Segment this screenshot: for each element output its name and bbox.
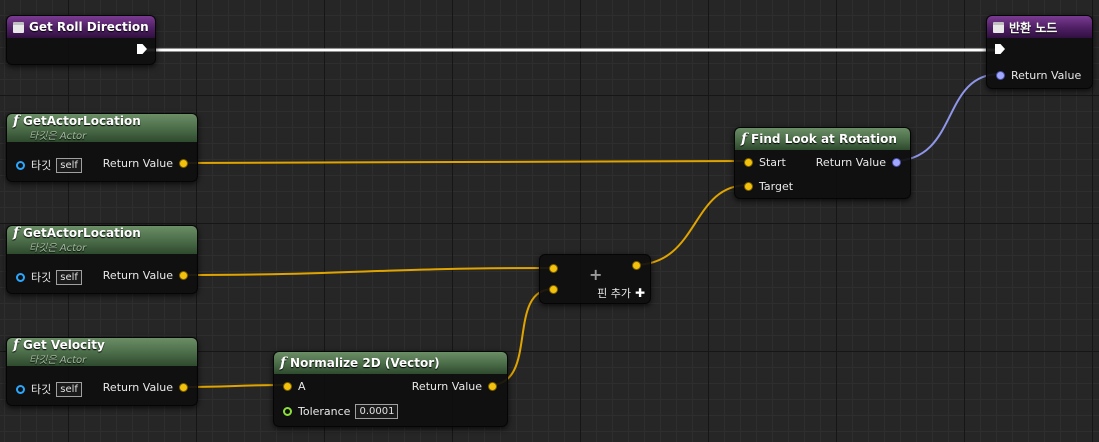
get-actor-location-2-header[interactable]: f GetActorLocation 타깃은 Actor <box>7 226 197 254</box>
target-label: 타깃 <box>31 159 52 172</box>
get-velocity-title: Get Velocity <box>23 338 105 352</box>
vector-pin-icon <box>283 382 292 391</box>
entry-node-header[interactable]: Get Roll Direction <box>7 16 155 38</box>
entry-node-title: Get Roll Direction <box>29 20 149 34</box>
return-node-title: 반환 노드 <box>1009 20 1058 35</box>
return-node-header[interactable]: 반환 노드 <box>987 16 1092 38</box>
vector-pin-icon <box>549 285 558 294</box>
vector-pin-icon <box>179 271 188 280</box>
target-self-field[interactable]: self <box>56 381 82 397</box>
get-velocity-target-pin[interactable]: 타깃 self <box>16 381 82 397</box>
get-actor-location-2-title: GetActorLocation <box>23 226 141 240</box>
add-input-a-pin[interactable] <box>549 264 558 273</box>
rotator-pin-icon <box>996 71 1005 80</box>
wire-add-to-target <box>633 184 749 266</box>
add-output-pin[interactable] <box>632 261 641 270</box>
exec-arrow-icon <box>137 44 147 54</box>
vector-pin-icon <box>179 383 188 392</box>
get-velocity-return-pin[interactable]: Return Value <box>103 381 188 394</box>
entry-exec-out-pin[interactable] <box>137 44 147 54</box>
return-value-label: Return Value <box>1011 69 1082 82</box>
vector-pin-icon <box>488 382 497 391</box>
target-label: Target <box>759 180 794 193</box>
find-look-at-rotation-header[interactable]: f Find Look at Rotation <box>735 128 910 150</box>
object-pin-icon <box>16 272 25 282</box>
tolerance-input[interactable]: 0.0001 <box>355 404 399 419</box>
function-icon: f <box>280 355 287 371</box>
get-actor-location-node-2[interactable]: f GetActorLocation 타깃은 Actor 타깃 self Ret… <box>6 225 198 294</box>
wire-location1-to-start <box>179 160 749 164</box>
exec-arrow-icon <box>995 44 1005 54</box>
function-icon: f <box>13 113 20 129</box>
find-look-at-rotation-start-pin[interactable]: Start <box>744 156 786 169</box>
return-value-label: Return Value <box>102 381 173 394</box>
get-velocity-subtitle: 타깃은 Actor <box>29 355 87 366</box>
normalize-2d-header[interactable]: f Normalize 2D (Vector) <box>274 352 507 374</box>
normalize-2d-a-pin[interactable]: A <box>283 380 306 393</box>
start-label: Start <box>759 156 786 169</box>
entry-node[interactable]: Get Roll Direction <box>6 15 156 65</box>
target-self-field[interactable]: self <box>56 269 82 285</box>
normalize-2d-return-pin[interactable]: Return Value <box>412 380 497 393</box>
add-pin-label: 핀 추가 <box>597 287 631 300</box>
add-pin-button[interactable]: 핀 추가 ✚ <box>597 285 645 301</box>
add-operator: + <box>589 265 602 284</box>
a-label: A <box>298 380 306 393</box>
normalize-2d-title: Normalize 2D (Vector) <box>290 356 440 370</box>
target-self-field[interactable]: self <box>56 157 82 173</box>
find-look-at-rotation-title: Find Look at Rotation <box>751 132 897 146</box>
vector-pin-icon <box>744 182 753 191</box>
vector-pin-icon <box>744 158 753 167</box>
return-exec-in-pin[interactable] <box>995 44 1005 54</box>
float-pin-icon <box>283 407 292 416</box>
return-value-label: Return Value <box>102 269 173 282</box>
rotator-pin-icon <box>892 158 901 167</box>
add-pin-plus-icon: ✚ <box>634 286 645 300</box>
find-look-at-rotation-return-pin[interactable]: Return Value <box>816 156 901 169</box>
normalize-2d-node[interactable]: f Normalize 2D (Vector) A Tolerance 0.00… <box>273 351 508 427</box>
function-icon: f <box>741 131 748 147</box>
get-actor-location-2-return-pin[interactable]: Return Value <box>103 269 188 282</box>
get-actor-location-2-subtitle: 타깃은 Actor <box>29 243 87 254</box>
get-actor-location-1-subtitle: 타깃은 Actor <box>29 131 87 142</box>
get-actor-location-1-header[interactable]: f GetActorLocation 타깃은 Actor <box>7 114 197 142</box>
find-look-at-rotation-node[interactable]: f Find Look at Rotation Start Target Ret… <box>734 127 911 199</box>
get-actor-location-1-title: GetActorLocation <box>23 114 141 128</box>
get-actor-location-node-1[interactable]: f GetActorLocation 타깃은 Actor 타깃 self Ret… <box>6 113 198 182</box>
get-actor-location-1-target-pin[interactable]: 타깃 self <box>16 157 82 173</box>
target-label: 타깃 <box>31 383 52 396</box>
function-icon: f <box>13 225 20 241</box>
get-velocity-header[interactable]: f Get Velocity 타깃은 Actor <box>7 338 197 366</box>
add-input-b-pin[interactable] <box>549 285 558 294</box>
find-look-at-rotation-target-pin[interactable]: Target <box>744 180 793 193</box>
vector-pin-icon <box>549 264 558 273</box>
normalize-2d-tolerance-pin[interactable]: Tolerance 0.0001 <box>283 404 399 419</box>
function-entry-icon <box>13 21 24 33</box>
target-label: 타깃 <box>31 271 52 284</box>
return-value-in-pin[interactable]: Return Value <box>996 69 1081 82</box>
return-value-label: Return Value <box>815 156 886 169</box>
vector-pin-icon <box>632 261 641 270</box>
vector-pin-icon <box>179 159 188 168</box>
get-actor-location-2-target-pin[interactable]: 타깃 self <box>16 269 82 285</box>
function-return-icon <box>993 21 1004 33</box>
plus-icon: + <box>589 265 603 284</box>
get-actor-location-1-return-pin[interactable]: Return Value <box>103 157 188 170</box>
add-vector-node[interactable]: + 핀 추가 ✚ <box>539 254 651 304</box>
tolerance-label: Tolerance <box>298 405 351 418</box>
return-value-label: Return Value <box>411 380 482 393</box>
object-pin-icon <box>16 384 25 394</box>
return-value-label: Return Value <box>102 157 173 170</box>
object-pin-icon <box>16 160 25 170</box>
return-node[interactable]: 반환 노드 Return Value <box>986 15 1093 89</box>
wire-location2-to-add-a <box>179 267 554 276</box>
function-icon: f <box>13 337 20 353</box>
get-velocity-node[interactable]: f Get Velocity 타깃은 Actor 타깃 self Return … <box>6 337 198 406</box>
